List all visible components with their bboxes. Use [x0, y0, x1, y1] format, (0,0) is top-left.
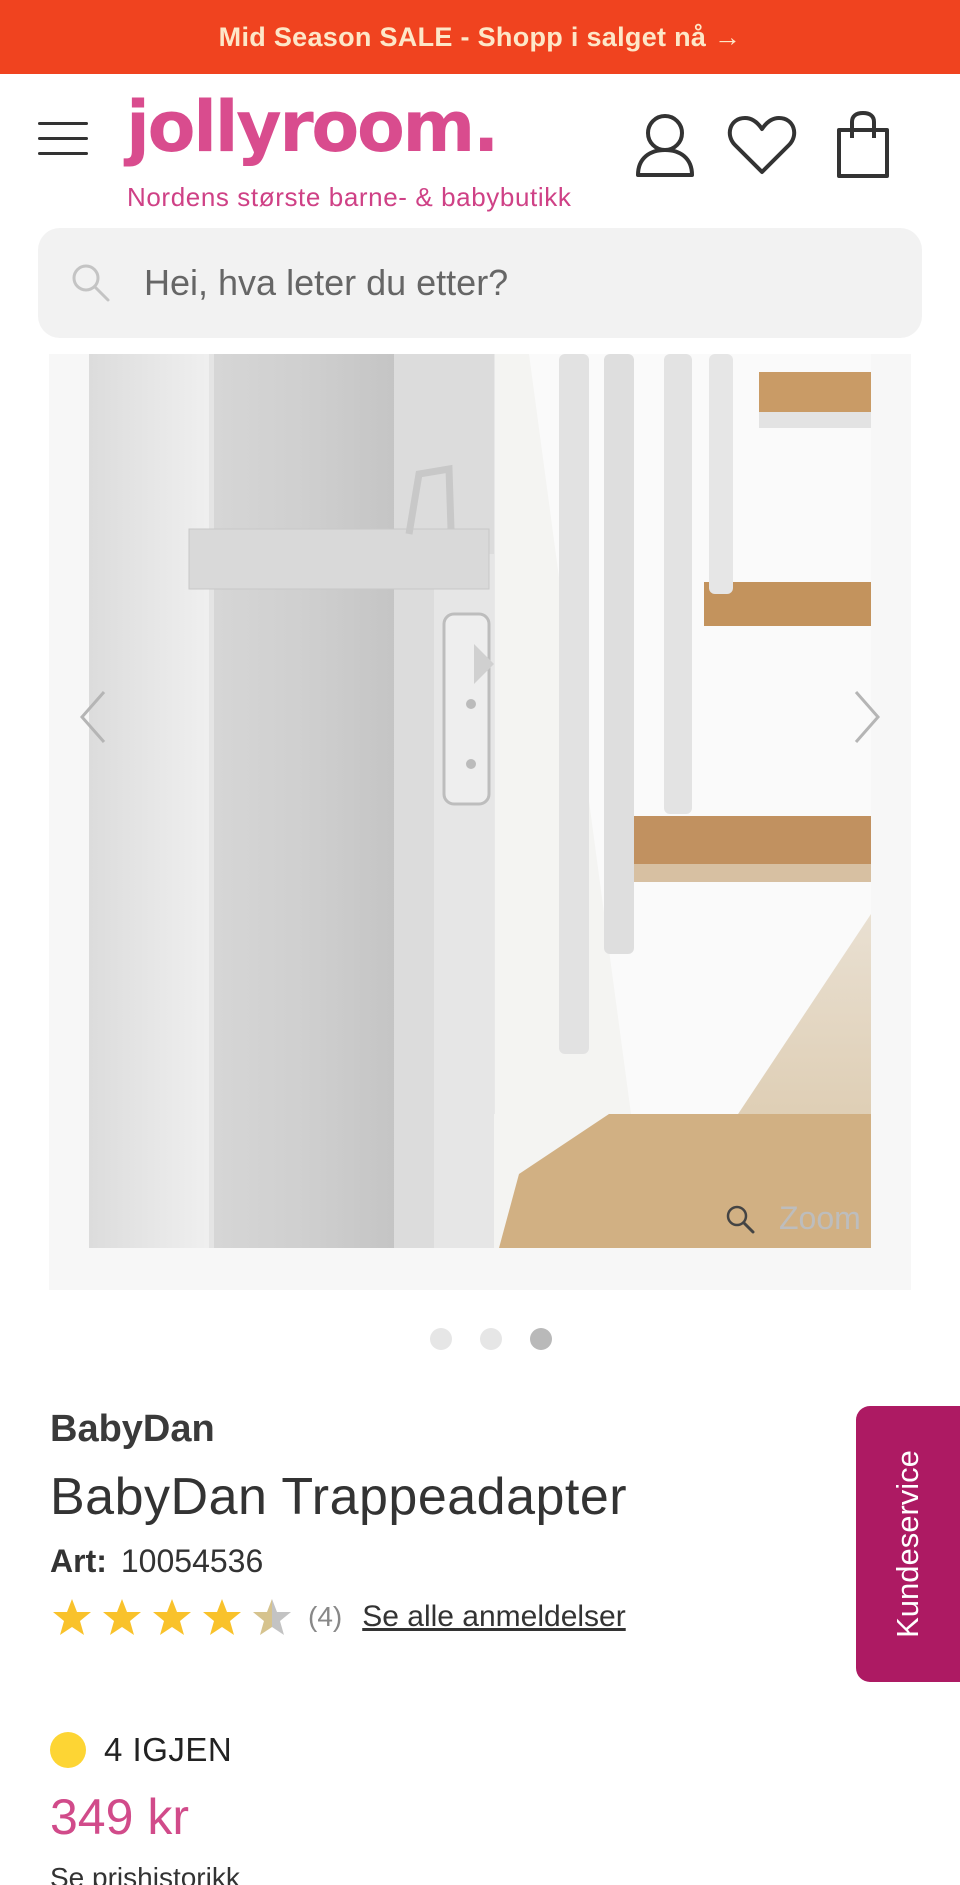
stock-status: 4 IGJEN [50, 1731, 232, 1769]
product-rating: (4) Se alle anmeldelser [52, 1598, 626, 1636]
article-value: 10054536 [120, 1543, 264, 1579]
cart-bag-icon[interactable] [835, 110, 891, 180]
promo-banner-text: Mid Season SALE - Shopp i salget nå → [218, 21, 742, 52]
star-half-icon [253, 1599, 291, 1635]
price-history-link[interactable]: Se prishistorikk [50, 1862, 240, 1885]
article-number: Art: 10054536 [50, 1543, 263, 1580]
star-full-icon [153, 1599, 191, 1635]
gallery-dot[interactable] [430, 1328, 452, 1350]
gallery-prev-arrow-icon[interactable] [78, 690, 108, 744]
gallery-dot-active[interactable] [530, 1328, 552, 1350]
search-placeholder: Hei, hva leter du etter? [144, 262, 509, 303]
logo[interactable]: jollyroom. [126, 92, 499, 162]
article-label: Art: [50, 1543, 107, 1579]
product-title: BabyDan Trappeadapter [50, 1468, 628, 1526]
star-full-icon [53, 1599, 91, 1635]
zoom-button[interactable]: Zoom [725, 1200, 861, 1237]
gallery-next-arrow-icon[interactable] [852, 690, 882, 744]
product-price: 349 kr [50, 1789, 189, 1845]
menu-icon[interactable] [38, 120, 88, 156]
stock-indicator-dot [50, 1732, 86, 1768]
search-icon [72, 264, 110, 302]
gallery-pagination [430, 1328, 552, 1350]
review-count: (4) [308, 1601, 343, 1632]
promo-banner[interactable]: Mid Season SALE - Shopp i salget nå → [0, 0, 960, 74]
star-full-icon [103, 1599, 141, 1635]
wishlist-heart-icon[interactable] [727, 114, 797, 176]
star-full-icon [203, 1599, 241, 1635]
tagline: Nordens største barne- & babybutikk [127, 182, 572, 212]
gallery-dot[interactable] [480, 1328, 502, 1350]
customer-service-label: Kundeservice [890, 1450, 925, 1638]
customer-service-tab[interactable]: Kundeservice [856, 1406, 960, 1682]
product-image[interactable] [89, 354, 871, 1248]
account-icon[interactable] [634, 112, 696, 178]
product-brand[interactable]: BabyDan [50, 1408, 215, 1451]
product-image-gallery [49, 354, 911, 1290]
zoom-label: Zoom [779, 1200, 861, 1236]
see-all-reviews-link[interactable]: Se alle anmeldelser [362, 1600, 625, 1634]
stock-text: 4 IGJEN [104, 1731, 233, 1768]
zoom-icon [726, 1205, 755, 1233]
